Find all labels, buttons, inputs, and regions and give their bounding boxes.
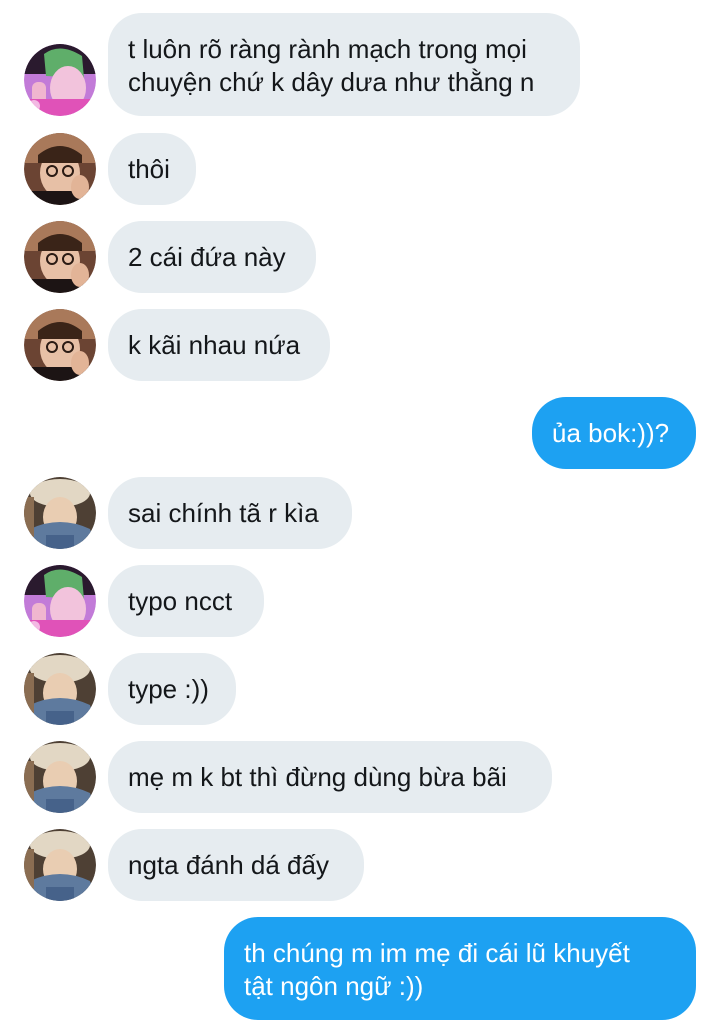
- message-bubble[interactable]: typo ncct: [108, 565, 264, 637]
- message-bubble[interactable]: k kãi nhau nứa: [108, 309, 330, 381]
- message-bubble[interactable]: thôi: [108, 133, 196, 205]
- beret-avatar[interactable]: [24, 477, 96, 549]
- beret-avatar[interactable]: [24, 829, 96, 901]
- beret-avatar[interactable]: [24, 741, 96, 813]
- message-text: mẹ m k bt thì đừng dùng bừa bãi: [128, 762, 507, 792]
- glasses-avatar[interactable]: [24, 309, 96, 381]
- message-text: typo ncct: [128, 586, 233, 616]
- green-hair-avatar[interactable]: [24, 565, 96, 637]
- message-text: ủa bok:))?: [552, 418, 670, 448]
- message-bubble[interactable]: ủa bok:))?: [532, 397, 696, 469]
- message-text: tật ngôn ngữ :)): [244, 971, 424, 1001]
- glasses-avatar[interactable]: [24, 221, 96, 293]
- green-hair-avatar[interactable]: [24, 44, 96, 116]
- glasses-avatar[interactable]: [24, 133, 96, 205]
- message-text: sai chính tã r kìa: [128, 498, 319, 528]
- message-bubble[interactable]: 2 cái đứa này: [108, 221, 316, 293]
- message-bubble[interactable]: mẹ m k bt thì đừng dùng bừa bãi: [108, 741, 552, 813]
- beret-avatar[interactable]: [24, 653, 96, 725]
- message-text: t luôn rõ ràng rành mạch trong mọi: [128, 34, 527, 64]
- message-text: th chúng m im mẹ đi cái lũ khuyết: [244, 938, 630, 968]
- message-bubble[interactable]: ngta đánh dá đấy: [108, 829, 364, 901]
- message-text: ngta đánh dá đấy: [128, 850, 329, 880]
- message-bubble[interactable]: t luôn rõ ràng rành mạch trong mọi chuyệ…: [108, 13, 580, 116]
- message-text: thôi: [128, 154, 170, 184]
- chat-thread[interactable]: t luôn rõ ràng rành mạch trong mọi chuyệ…: [0, 0, 720, 1029]
- message-bubble[interactable]: th chúng m im mẹ đi cái lũ khuyết tật ng…: [224, 917, 696, 1020]
- message-bubble[interactable]: sai chính tã r kìa: [108, 477, 352, 549]
- message-text: k kãi nhau nứa: [128, 330, 301, 360]
- message-bubble[interactable]: type :)): [108, 653, 236, 725]
- message-text: chuyện chứ k dây dưa như thằng n: [128, 67, 535, 97]
- message-text: type :)): [128, 674, 209, 704]
- message-text: 2 cái đứa này: [128, 242, 286, 272]
